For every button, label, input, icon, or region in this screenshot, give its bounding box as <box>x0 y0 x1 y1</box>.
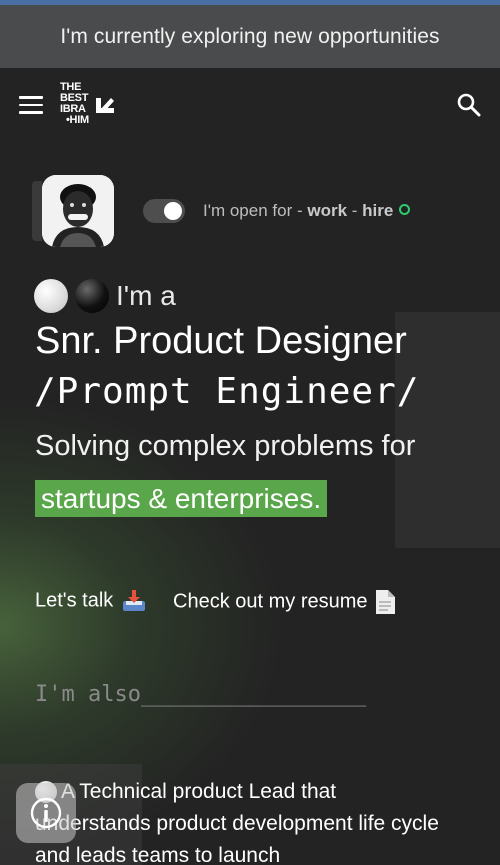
search-button[interactable] <box>456 92 482 118</box>
menu-button[interactable] <box>19 96 43 114</box>
hero-section: THE BEST IBRA •HIM I'm open for - work -… <box>0 68 500 865</box>
avatar <box>42 175 114 247</box>
lets-talk-label: Let's talk <box>35 589 114 612</box>
toggle-knob <box>164 202 182 220</box>
description-item: A Technical product Lead that understand… <box>35 776 455 865</box>
banner-text: I'm currently exploring new opportunitie… <box>60 24 440 48</box>
availability-status: I'm open for - work - hire <box>203 201 411 221</box>
hamburger-icon <box>19 96 43 99</box>
inbox-tray-icon <box>122 590 145 611</box>
status-hire: hire <box>362 201 394 220</box>
role-subtitle: /Prompt Engineer/ <box>34 371 420 412</box>
opportunity-banner: I'm currently exploring new opportunitie… <box>0 5 500 68</box>
avatar-portrait <box>42 175 114 247</box>
resume-link[interactable]: Check out my resume <box>173 589 397 615</box>
role-title: Snr. Product Designer <box>35 320 407 362</box>
intro-text: I'm a <box>116 280 176 311</box>
site-logo[interactable]: THE BEST IBRA •HIM <box>60 82 120 130</box>
tagline-highlight: startups & enterprises. <box>35 480 328 517</box>
availability-toggle[interactable] <box>143 199 185 223</box>
intro-line: I'm a <box>34 279 176 313</box>
status-separator: - <box>347 201 363 220</box>
info-button[interactable] <box>16 783 76 843</box>
status-work: work <box>307 201 348 220</box>
logo-arrow-icon <box>96 98 114 113</box>
status-dot-icon <box>399 204 411 216</box>
status-prefix: I'm open for - <box>203 201 308 220</box>
resume-label: Check out my resume <box>173 590 368 613</box>
black-circle-icon <box>75 279 109 313</box>
document-icon <box>376 590 396 614</box>
search-icon <box>457 93 481 117</box>
avatar-shadow <box>32 181 42 241</box>
hamburger-icon-line <box>19 111 43 114</box>
logo-text: THE BEST IBRA •HIM <box>60 82 89 126</box>
lets-talk-link[interactable]: Let's talk <box>35 589 147 613</box>
also-heading: I'm also_________________ <box>35 682 367 707</box>
tagline: Solving complex problems for <box>35 430 416 462</box>
hamburger-icon-line <box>19 103 43 106</box>
white-circle-icon <box>34 279 68 313</box>
logo-line: •HIM <box>66 114 89 126</box>
description-text: A Technical product Lead that understand… <box>35 780 439 865</box>
info-icon <box>30 797 62 829</box>
